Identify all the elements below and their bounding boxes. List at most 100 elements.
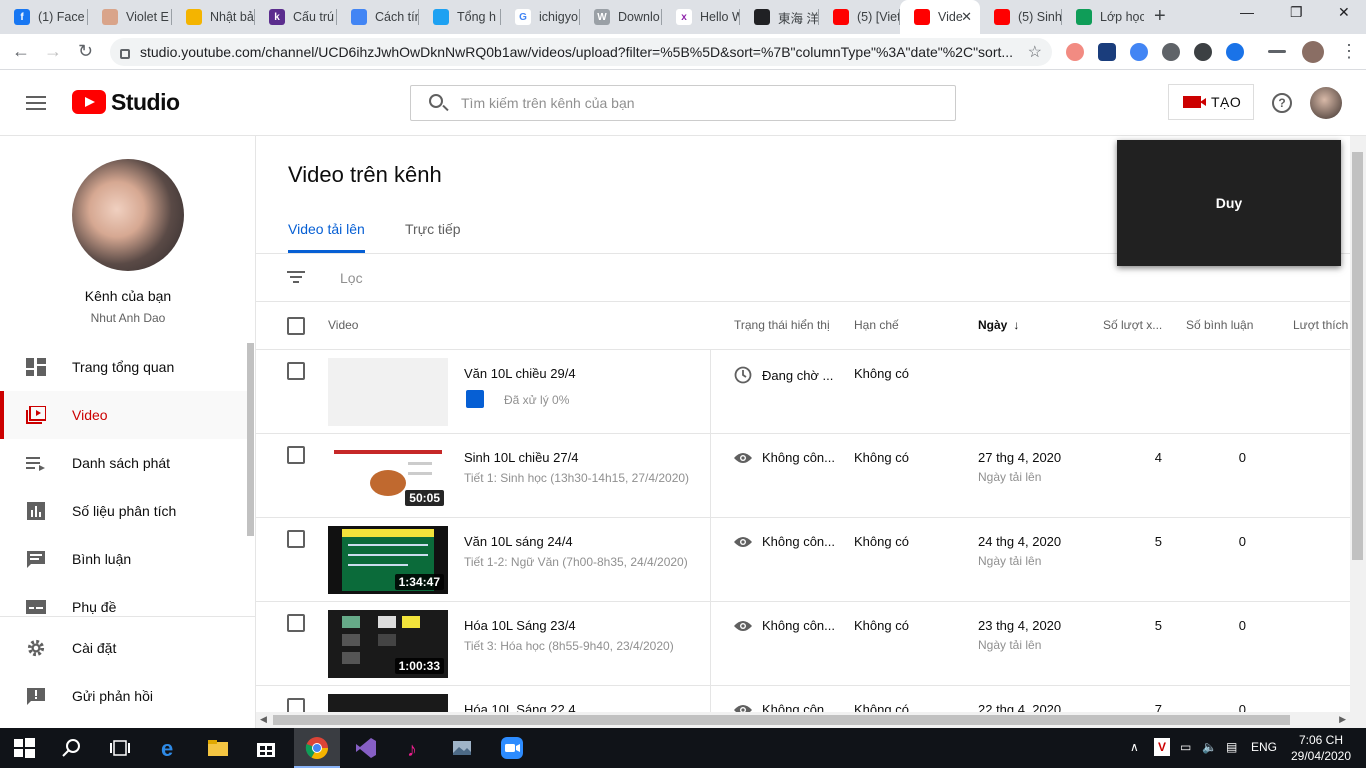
column-header-date[interactable]: Ngày ↓	[978, 318, 1019, 332]
scroll-left-icon[interactable]: ◀	[260, 714, 267, 725]
column-header-visibility[interactable]: Trạng thái hiển thị	[734, 318, 830, 332]
close-tab-icon[interactable]: ✕	[961, 9, 972, 25]
video-thumbnail[interactable]: 1:00:33	[328, 610, 448, 678]
extension-icon[interactable]	[1098, 43, 1116, 61]
profile-avatar[interactable]	[1302, 41, 1324, 63]
browser-tab-active[interactable]: Vide ✕	[900, 0, 980, 34]
system-clock[interactable]: 7:06 CH 29/04/2020	[1286, 732, 1356, 764]
extension-icon[interactable]	[1130, 43, 1148, 61]
browser-tab[interactable]: W Downlo	[580, 0, 662, 34]
video-title[interactable]: Hóa 10L Sáng 22 4	[464, 702, 576, 712]
table-row[interactable]: 1:34:47 Văn 10L sáng 24/4 Tiết 1-2: Ngữ …	[256, 518, 1350, 602]
search-icon[interactable]	[60, 736, 84, 760]
sidebar-item-playlists[interactable]: Danh sách phát	[0, 439, 248, 487]
visibility-status[interactable]: Không côn...	[734, 702, 835, 712]
sidebar-item-feedback[interactable]: Gửi phản hồi	[0, 672, 248, 720]
address-bar[interactable]: studio.youtube.com/channel/UCD6ihzJwhOwD…	[110, 38, 1052, 66]
edge-icon[interactable]: e	[158, 736, 182, 760]
video-thumbnail[interactable]: 50:05	[328, 442, 448, 510]
maximize-icon[interactable]: ❐	[1290, 4, 1303, 21]
notification-icon[interactable]: ▤	[1226, 740, 1237, 754]
photos-app-icon[interactable]	[450, 736, 474, 760]
sidebar-item-dashboard[interactable]: Trang tổng quan	[0, 343, 248, 391]
help-icon[interactable]: ?	[1272, 93, 1292, 113]
table-row[interactable]: 1:00:33 Hóa 10L Sáng 23/4 Tiết 3: Hóa họ…	[256, 602, 1350, 686]
chrome-taskbar-item[interactable]	[294, 728, 340, 768]
video-title[interactable]: Sinh 10L chiều 27/4	[464, 450, 578, 465]
tab-uploads[interactable]: Video tải lên	[288, 221, 365, 237]
browser-tab[interactable]: Gichigyo	[501, 0, 580, 34]
account-avatar[interactable]	[1310, 87, 1342, 119]
row-checkbox[interactable]	[287, 446, 305, 464]
scrollbar-thumb[interactable]	[273, 715, 1290, 725]
video-title[interactable]: Văn 10L chiều 29/4	[464, 366, 576, 381]
video-title[interactable]: Văn 10L sáng 24/4	[464, 534, 573, 549]
table-row[interactable]: Văn 10L chiều 29/4 Đã xử lý 0% Đang chờ …	[256, 350, 1350, 434]
extension-icon[interactable]	[1162, 43, 1180, 61]
media-control-icon[interactable]	[1268, 50, 1286, 53]
extension-icon[interactable]	[1194, 43, 1212, 61]
back-icon[interactable]: ←	[12, 41, 30, 62]
visibility-status[interactable]: Đang chờ ...	[734, 366, 833, 384]
video-thumbnail[interactable]: 1:34:47	[328, 526, 448, 594]
browser-tab[interactable]: k Cấu trú	[255, 0, 337, 34]
language-indicator[interactable]: ENG	[1251, 740, 1277, 754]
column-header-comments[interactable]: Số bình luận	[1186, 318, 1253, 332]
browser-tab[interactable]: 東海 洋	[740, 0, 819, 34]
youtube-logo-icon[interactable]	[72, 90, 106, 114]
sidebar-item-video[interactable]: Video	[0, 391, 248, 439]
forward-icon[interactable]: →	[44, 41, 62, 62]
tab-live[interactable]: Trực tiếp	[405, 221, 461, 237]
video-title[interactable]: Hóa 10L Sáng 23/4	[464, 618, 576, 633]
new-tab-icon[interactable]: +	[1154, 5, 1166, 28]
browser-tab[interactable]: f (1) Face	[0, 0, 88, 34]
row-checkbox[interactable]	[287, 362, 305, 380]
extension-icon[interactable]	[1226, 43, 1244, 61]
bookmark-star-icon[interactable]: ☆	[1028, 42, 1042, 62]
horizontal-scrollbar[interactable]: ◀ ▶	[256, 712, 1350, 728]
sidebar-item-analytics[interactable]: Số liệu phân tích	[0, 487, 248, 535]
row-checkbox[interactable]	[287, 530, 305, 548]
column-header-restrictions[interactable]: Hạn chế	[854, 318, 899, 332]
browser-tab[interactable]: Cách tír	[337, 0, 419, 34]
studio-logo-text[interactable]: Studio	[111, 89, 180, 116]
visibility-status[interactable]: Không côn...	[734, 618, 835, 633]
row-checkbox[interactable]	[287, 698, 305, 712]
task-view-icon[interactable]	[108, 736, 132, 760]
video-thumbnail[interactable]	[328, 694, 448, 712]
visibility-status[interactable]: Không côn...	[734, 450, 835, 465]
music-app-icon[interactable]: ♪	[402, 736, 426, 760]
row-checkbox[interactable]	[287, 614, 305, 632]
table-row[interactable]: 50:05 Sinh 10L chiều 27/4 Tiết 1: Sinh h…	[256, 434, 1350, 518]
reload-icon[interactable]: ↻	[78, 41, 93, 62]
browser-tab[interactable]: Lớp học	[1062, 0, 1144, 34]
browser-tab[interactable]: Tổng h	[419, 0, 501, 34]
browser-menu-icon[interactable]: ⋮	[1340, 41, 1358, 62]
channel-avatar[interactable]	[72, 159, 184, 271]
extension-icon[interactable]	[1066, 43, 1084, 61]
volume-icon[interactable]: 🔈	[1202, 740, 1217, 754]
table-row[interactable]: Hóa 10L Sáng 22 4 Không côn... Không có …	[256, 686, 1350, 712]
visual-studio-icon[interactable]	[354, 736, 378, 760]
filter-icon[interactable]	[287, 271, 305, 285]
hamburger-menu-icon[interactable]	[26, 96, 46, 110]
participant-overlay[interactable]: Duy	[1117, 140, 1341, 266]
visibility-status[interactable]: Không côn...	[734, 534, 835, 549]
select-all-checkbox[interactable]	[287, 317, 305, 335]
browser-tab[interactable]: Nhật bả	[172, 0, 255, 34]
column-header-views[interactable]: Số lượt x...	[1103, 318, 1162, 332]
scrollbar-thumb[interactable]	[1352, 152, 1363, 560]
file-explorer-icon[interactable]	[206, 736, 230, 760]
vertical-scrollbar[interactable]	[1350, 136, 1366, 728]
browser-tab[interactable]: (5) [Viet	[819, 0, 900, 34]
filter-input[interactable]: Lọc	[340, 270, 363, 286]
tray-expand-icon[interactable]: ∧	[1130, 740, 1139, 754]
sidebar-scrollbar[interactable]	[247, 343, 254, 536]
browser-tab[interactable]: x Hello W	[662, 0, 740, 34]
column-header-likes[interactable]: Lượt thích	[1293, 318, 1348, 332]
tray-app-icon[interactable]: V	[1154, 738, 1170, 756]
store-icon[interactable]	[254, 736, 278, 760]
create-button[interactable]: TẠO	[1168, 84, 1254, 120]
close-window-icon[interactable]: ✕	[1338, 4, 1350, 21]
search-input[interactable]: Tìm kiếm trên kênh của bạn	[410, 85, 956, 121]
